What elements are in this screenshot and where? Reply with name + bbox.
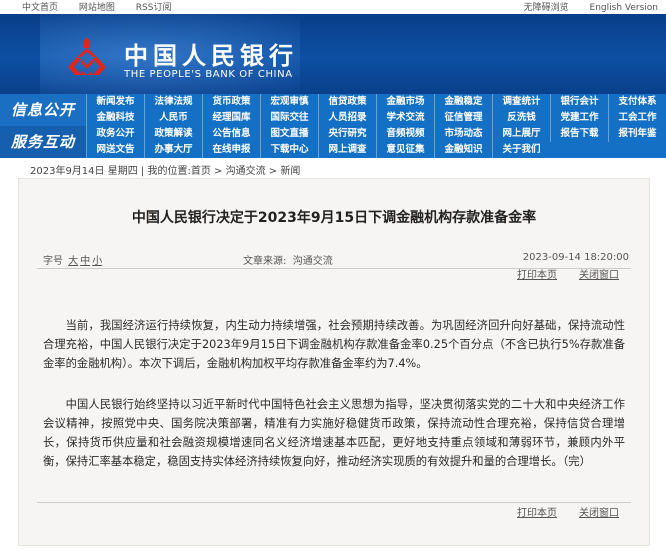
nav-item[interactable]: 人民币 [144, 110, 202, 126]
source-label: 文章来源: [243, 256, 287, 267]
breadcrumb-separator: > [265, 166, 281, 177]
article-meta: 字号 大中小 文章来源: 沟通交流 2023-09-14 18:20:00 [43, 252, 629, 267]
font-size-small-link[interactable]: 小 [92, 256, 102, 267]
nav-item[interactable]: 信贷政策 [318, 94, 376, 110]
nav-item[interactable]: 报刊年鉴 [608, 126, 666, 142]
nav-item[interactable]: 网上展厅 [492, 126, 550, 142]
breadcrumb-date: 2023年9月14日 星期四 [30, 166, 138, 177]
nav-category-service-interaction[interactable]: 服务互动 [0, 126, 86, 158]
font-size-label: 字号 [43, 256, 63, 267]
nav-item[interactable]: 网送文告 [86, 142, 144, 158]
brand-name-en: THE PEOPLE'S BANK OF CHINA [124, 69, 293, 80]
nav-row-1: 新闻发布 法律法规 货币政策 宏观审慎 信贷政策 金融市场 金融稳定 调查统计 … [86, 94, 666, 110]
nav-category-info-disclosure[interactable]: 信息公开 [0, 94, 86, 126]
nav-item[interactable]: 宏观审慎 [260, 94, 318, 110]
nav-item[interactable]: 新闻发布 [86, 94, 144, 110]
nav-item[interactable]: 市场动态 [434, 126, 492, 142]
top-link-english[interactable]: English Version [590, 3, 658, 13]
print-page-link[interactable]: 打印本页 [517, 507, 557, 520]
font-size-medium-link[interactable]: 中 [80, 256, 90, 267]
nav-item[interactable]: 音频视频 [376, 126, 434, 142]
nav-item[interactable]: 金融知识 [434, 142, 492, 158]
top-link-sitemap[interactable]: 网站地图 [79, 3, 115, 13]
nav-item[interactable]: 办事大厅 [144, 142, 202, 158]
article-title: 中国人民银行决定于2023年9月15日下调金融机构存款准备金率 [131, 210, 537, 226]
breadcrumb-news-link[interactable]: 新闻 [280, 166, 300, 177]
breadcrumb: 2023年9月14日 星期四 | 我的位置:首页 > 沟通交流 > 新闻 [30, 162, 300, 177]
main-navigation: 信息公开 服务互动 新闻发布 法律法规 货币政策 宏观审慎 信贷政策 金融市场 … [0, 94, 666, 158]
nav-item[interactable]: 金融科技 [86, 110, 144, 126]
nav-row-2: 金融科技 人民币 经理国库 国际交往 人员招录 学术交流 征信管理 反洗钱 党建… [86, 110, 666, 126]
article-paragraph: 当前，我国经济运行持续恢复，内生动力持续增强，社会预期持续改善。为巩固经济回升向… [43, 319, 625, 371]
brand-name-cn: 中国人民银行 [124, 41, 298, 70]
source-value: 沟通交流 [292, 256, 333, 267]
article-datetime: 2023-09-14 18:20:00 [522, 252, 629, 263]
print-page-link[interactable]: 打印本页 [517, 269, 557, 282]
article-panel: 中国人民银行决定于2023年9月15日下调金融机构存款准备金率 字号 大中小 文… [18, 178, 650, 546]
breadcrumb-section-link[interactable]: 沟通交流 [226, 166, 266, 177]
nav-item[interactable]: 征信管理 [434, 110, 492, 126]
nav-item[interactable]: 学术交流 [376, 110, 434, 126]
top-link-home[interactable]: 中文首页 [22, 3, 58, 13]
close-window-link[interactable]: 关闭窗口 [579, 507, 619, 520]
nav-item[interactable]: 央行研究 [318, 126, 376, 142]
nav-item[interactable]: 法律法规 [144, 94, 202, 110]
breadcrumb-prefix: | 我的位置: [137, 166, 191, 177]
nav-item[interactable]: 关于我们 [492, 142, 550, 158]
nav-item[interactable]: 银行会计 [550, 94, 608, 110]
nav-item[interactable]: 货币政策 [202, 94, 260, 110]
article-tools-bottom: 打印本页 关闭窗口 [517, 507, 627, 533]
font-size-controls: 字号 大中小 [43, 252, 102, 267]
nav-item[interactable]: 政务公开 [86, 126, 144, 142]
article-tools-top: 打印本页 关闭窗口 [517, 269, 627, 295]
nav-item[interactable]: 支付体系 [608, 94, 666, 110]
top-link-accessibility[interactable]: 无障碍浏览 [524, 3, 569, 13]
nav-item[interactable]: 党建工作 [550, 110, 608, 126]
nav-row-4: 网送文告 办事大厅 在线申报 下载中心 网上调查 意见征集 金融知识 关于我们 [86, 142, 666, 158]
article-source: 文章来源: 沟通交流 [243, 252, 333, 267]
site-header-banner: 中国人民银行 THE PEOPLE'S BANK OF CHINA [0, 14, 666, 94]
nav-item[interactable]: 国际交往 [260, 110, 318, 126]
nav-item[interactable]: 政策解读 [144, 126, 202, 142]
nav-item[interactable]: 工会工作 [608, 110, 666, 126]
nav-item[interactable]: 图文直播 [260, 126, 318, 142]
nav-item[interactable]: 经理国库 [202, 110, 260, 126]
nav-item[interactable]: 下载中心 [260, 142, 318, 158]
nav-item[interactable]: 公告信息 [202, 126, 260, 142]
pboc-emblem-icon[interactable] [66, 35, 108, 77]
footer-divider [37, 502, 631, 503]
close-window-link[interactable]: 关闭窗口 [579, 269, 619, 282]
breadcrumb-separator: > [210, 166, 226, 177]
nav-item[interactable]: 金融市场 [376, 94, 434, 110]
nav-row-3: 政务公开 政策解读 公告信息 图文直播 央行研究 音频视频 市场动态 网上展厅 … [86, 126, 666, 142]
nav-item[interactable]: 反洗钱 [492, 110, 550, 126]
nav-item[interactable]: 调查统计 [492, 94, 550, 110]
top-utility-bar: 中文首页 网站地图 RSS订阅 无障碍浏览 English Version [0, 0, 666, 14]
nav-item[interactable]: 意见征集 [376, 142, 434, 158]
top-link-rss[interactable]: RSS订阅 [136, 3, 172, 13]
breadcrumb-home-link[interactable]: 首页 [191, 166, 211, 177]
nav-item[interactable]: 金融稳定 [434, 94, 492, 110]
nav-item[interactable]: 报告下载 [550, 126, 608, 142]
nav-item[interactable]: 人员招录 [318, 110, 376, 126]
article-paragraph: 中国人民银行始终坚持以习近平新时代中国特色社会主义思想为指导，坚决贯彻落实党的二… [43, 398, 625, 469]
nav-item[interactable]: 在线申报 [202, 142, 260, 158]
nav-item[interactable]: 网上调查 [318, 142, 376, 158]
font-size-large-link[interactable]: 大 [68, 256, 78, 267]
